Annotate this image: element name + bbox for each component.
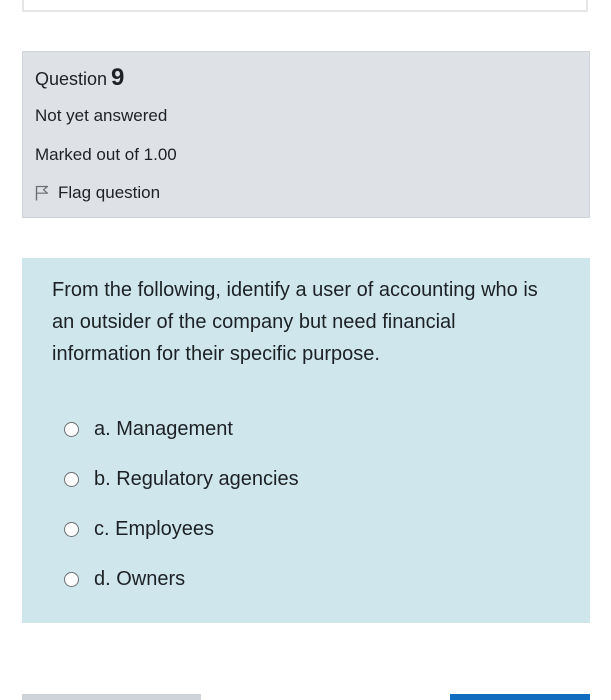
question-heading: Question 9 [35, 65, 124, 92]
question-number: 9 [111, 64, 125, 91]
answer-label-b: b. Regulatory agencies [94, 467, 299, 490]
question-grade: Marked out of 1.00 [35, 145, 177, 164]
radio-button-c[interactable] [64, 521, 79, 537]
answer-option-a[interactable]: a. Management [64, 404, 299, 454]
previous-page-button[interactable] [22, 694, 201, 700]
flag-question-label: Flag question [58, 183, 161, 202]
question-content-panel: From the following, identify a user of a… [22, 258, 590, 623]
radio-button-d[interactable] [64, 571, 79, 587]
quiz-page: Question 9 Not yet answered Marked out of… [0, 0, 611, 700]
answer-option-c[interactable]: c. Employees [64, 504, 299, 554]
flag-icon [35, 185, 49, 201]
question-label: Question [35, 69, 108, 89]
answer-label-c: c. Employees [94, 517, 215, 540]
answer-option-b[interactable]: b. Regulatory agencies [64, 454, 299, 504]
answer-label-d: d. Owners [94, 567, 186, 590]
question-text: From the following, identify a user of a… [52, 279, 538, 365]
flag-question-link[interactable]: Flag question [35, 182, 160, 204]
question-state: Not yet answered [35, 106, 168, 125]
radio-button-b[interactable] [64, 471, 79, 487]
question-info-panel: Question 9 Not yet answered Marked out of… [22, 51, 590, 218]
answer-option-d[interactable]: d. Owners [64, 554, 299, 604]
next-page-button[interactable] [450, 694, 590, 700]
answer-label-a: a. Management [94, 417, 233, 440]
radio-button-a[interactable] [64, 421, 79, 437]
previous-question-card [22, 0, 588, 12]
answer-list: a. Management b. Regulatory agencies c. … [64, 404, 299, 604]
